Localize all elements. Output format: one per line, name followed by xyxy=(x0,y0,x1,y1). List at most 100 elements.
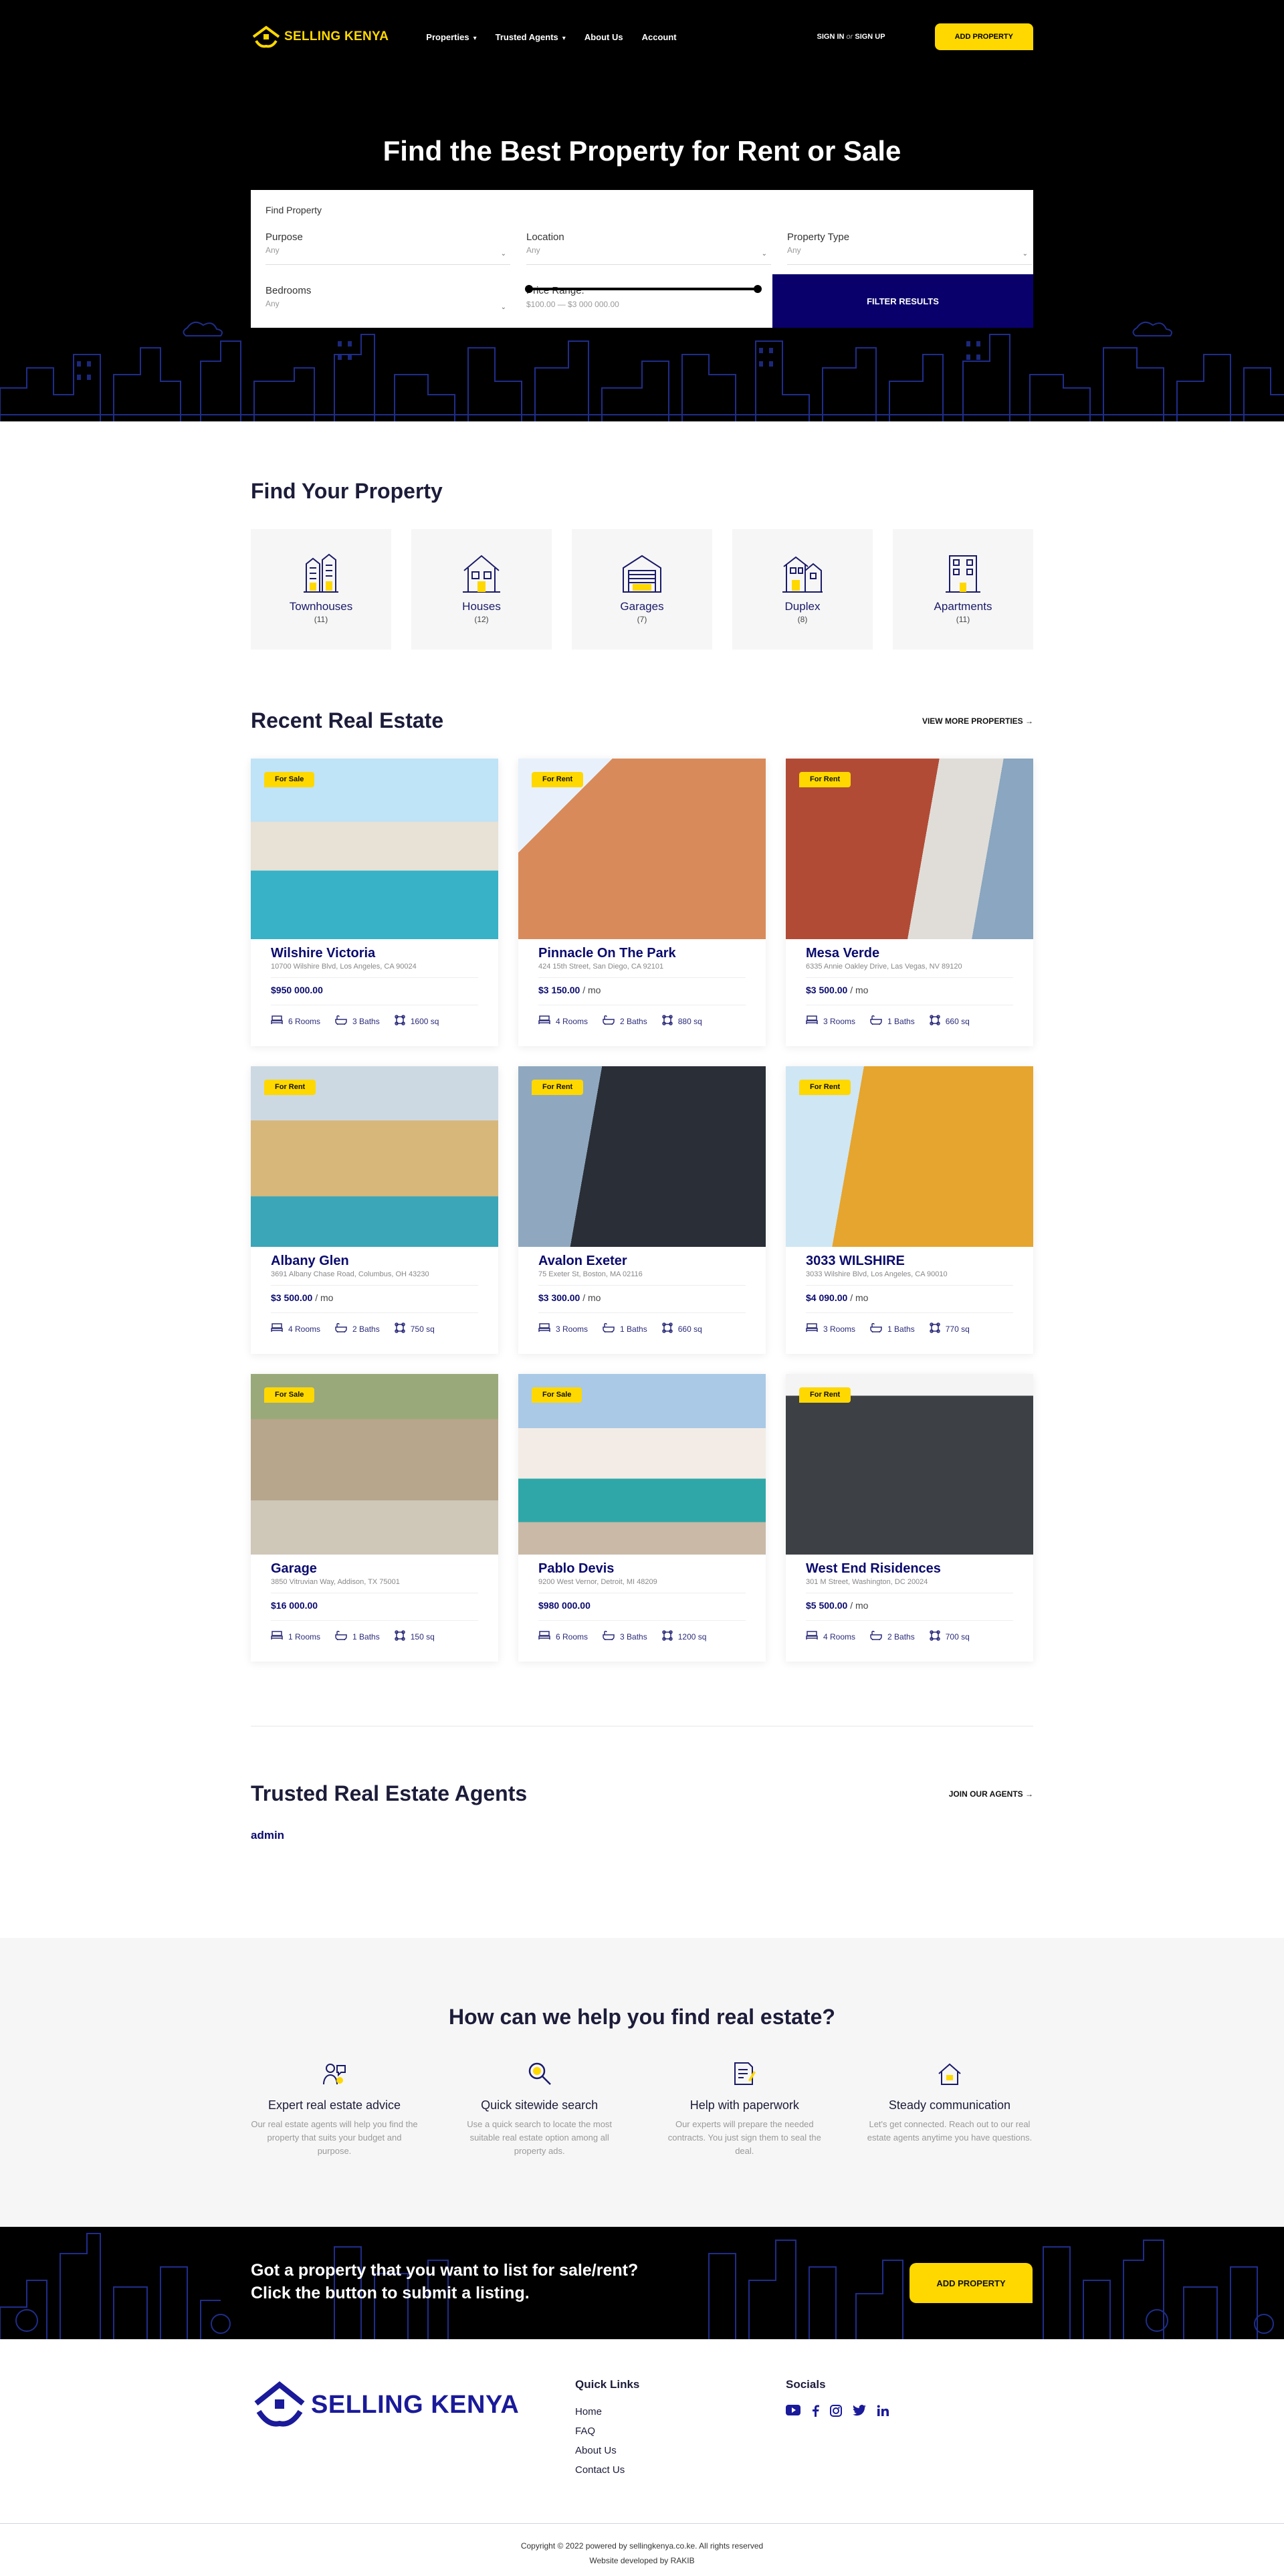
sign-up-link[interactable]: SIGN UP xyxy=(855,33,885,41)
footer-link-about-us[interactable]: About Us xyxy=(575,2445,617,2456)
baths-count: 1 Baths xyxy=(620,1324,647,1334)
listing-features: 6 Rooms 3 Baths 1600 sq xyxy=(271,1005,478,1027)
price-value: $950 000.00 xyxy=(271,985,323,995)
footer-logo[interactable]: SELLING KENYA xyxy=(251,2381,519,2429)
facebook-icon[interactable] xyxy=(811,2405,819,2417)
price-period: / mo xyxy=(582,1292,601,1303)
listing-title[interactable]: Avalon Exeter xyxy=(538,1254,746,1269)
bed-icon xyxy=(271,1323,283,1334)
add-property-button[interactable]: ADD PROPERTY xyxy=(934,23,1033,50)
slider-track[interactable] xyxy=(525,285,762,293)
bed-icon xyxy=(538,1631,550,1642)
listing-card[interactable]: For Rent Mesa Verde 6335 Annie Oakley Driv… xyxy=(786,759,1033,1046)
bedrooms-select[interactable]: Bedrooms Any ⌄ xyxy=(251,278,512,318)
footer-link-contact-us[interactable]: Contact Us xyxy=(575,2464,625,2476)
menu-about-us[interactable]: About Us xyxy=(584,32,623,42)
listing-title[interactable]: West End Risidences xyxy=(806,1561,1013,1577)
sign-in-link[interactable]: SIGN IN xyxy=(817,33,845,41)
listing-title[interactable]: Pinnacle On The Park xyxy=(538,946,746,961)
twitter-icon[interactable] xyxy=(853,2405,866,2416)
rooms-feature: 6 Rooms xyxy=(538,1630,588,1643)
listing-photo[interactable]: For Sale xyxy=(518,1374,766,1555)
listing-status-badge: For Rent xyxy=(532,1080,584,1095)
add-property-button[interactable]: ADD PROPERTY xyxy=(909,2263,1033,2303)
listing-photo[interactable]: For Rent xyxy=(786,1374,1033,1555)
location-select[interactable]: Location Any ⌄ xyxy=(512,225,772,265)
listing-photo[interactable]: For Rent xyxy=(518,1066,766,1247)
rooms-count: 6 Rooms xyxy=(556,1631,588,1642)
purpose-select[interactable]: Purpose Any ⌄ xyxy=(251,225,512,265)
townhouse-icon xyxy=(304,553,338,593)
type-name: Duplex xyxy=(784,600,821,613)
instagram-icon[interactable] xyxy=(830,2405,842,2417)
logo[interactable]: SELLING KENYA xyxy=(251,25,389,49)
rooms-count: 4 Rooms xyxy=(823,1631,856,1642)
property-type-select[interactable]: Property Type Any ⌄ xyxy=(772,225,1033,265)
baths-count: 2 Baths xyxy=(620,1016,647,1026)
area-icon xyxy=(929,1322,940,1335)
filter-results-button[interactable]: FILTER RESULTS xyxy=(772,274,1033,328)
baths-count: 2 Baths xyxy=(352,1324,380,1334)
agent-link[interactable]: admin xyxy=(251,1829,284,1842)
listing-photo[interactable]: For Rent xyxy=(518,759,766,939)
area-value: 1200 sq xyxy=(677,1631,707,1642)
help-item-title: Help with paperwork xyxy=(689,2098,799,2112)
type-card-duplex[interactable]: Duplex (8) xyxy=(732,529,873,650)
footer-link-faq[interactable]: FAQ xyxy=(575,2425,595,2437)
youtube-icon[interactable] xyxy=(786,2405,800,2415)
listing-title[interactable]: 3033 WILSHIRE xyxy=(806,1254,1013,1269)
listing-price: $3 500.00 / mo xyxy=(806,985,1013,995)
bathtub-icon xyxy=(603,1630,615,1642)
listing-photo[interactable]: For Rent xyxy=(786,1066,1033,1247)
listing-photo[interactable]: For Rent xyxy=(251,1066,498,1247)
area-icon xyxy=(661,1630,673,1643)
listing-card[interactable]: For Sale Pablo Devis 9200 West Vernor, Det… xyxy=(518,1374,766,1662)
price-range-slider[interactable]: $100.00 — $3 000 000.00 xyxy=(525,281,762,309)
listing-card[interactable]: For Rent Albany Glen 3691 Albany Chase Roa… xyxy=(251,1066,498,1354)
area-feature: 1600 sq xyxy=(394,1015,439,1027)
listing-card[interactable]: For Sale Wilshire Victoria 10700 Wilshire … xyxy=(251,759,498,1046)
baths-count: 1 Baths xyxy=(887,1016,915,1026)
bathtub-icon xyxy=(603,1015,615,1027)
bathtub-icon xyxy=(335,1015,347,1027)
menu-account[interactable]: Account xyxy=(642,32,677,42)
logo-text: SELLING KENYA xyxy=(311,2390,520,2419)
listing-card[interactable]: For Rent 3033 WILSHIRE 3033 Wilshire Blvd,… xyxy=(786,1066,1033,1354)
type-card-houses[interactable]: Houses (12) xyxy=(411,529,552,650)
listing-price: $16 000.00 xyxy=(271,1600,478,1611)
menu-properties[interactable]: Properties ▾ xyxy=(426,32,476,42)
type-card-garages[interactable]: Garages (7) xyxy=(572,529,712,650)
section-title: Recent Real Estate xyxy=(251,708,444,732)
price-value: $3 300.00 xyxy=(538,1292,580,1303)
listing-title[interactable]: Garage xyxy=(271,1561,478,1577)
listing-title[interactable]: Mesa Verde xyxy=(806,946,1013,961)
listing-address: 75 Exeter St, Boston, MA 02116 xyxy=(538,1270,746,1286)
listing-features: 3 Rooms 1 Baths 660 sq xyxy=(538,1312,746,1335)
listing-grid: For Sale Wilshire Victoria 10700 Wilshire … xyxy=(251,759,1033,1662)
listing-photo[interactable]: For Sale xyxy=(251,1374,498,1555)
type-card-townhouses[interactable]: Townhouses (11) xyxy=(251,529,391,650)
listing-card[interactable]: For Rent Avalon Exeter 75 Exeter St, Bosto… xyxy=(518,1066,766,1354)
join-our-agents-link[interactable]: JOIN OUR AGENTS → xyxy=(949,1789,1033,1799)
listing-photo[interactable]: For Sale xyxy=(251,759,498,939)
linkedin-icon[interactable] xyxy=(877,2405,889,2417)
listing-card[interactable]: For Sale Garage 3850 Vitruvian Way, Addiso… xyxy=(251,1374,498,1662)
listing-features: 6 Rooms 3 Baths 1200 sq xyxy=(538,1620,746,1643)
baths-feature: 3 Baths xyxy=(335,1015,380,1027)
listing-photo[interactable]: For Rent xyxy=(786,759,1033,939)
chevron-down-icon: ▾ xyxy=(562,34,566,42)
menu-trusted-agents[interactable]: Trusted Agents ▾ xyxy=(496,32,566,42)
view-more-properties-link[interactable]: VIEW MORE PROPERTIES → xyxy=(922,716,1033,726)
bed-icon xyxy=(806,1631,818,1642)
area-icon xyxy=(929,1630,940,1643)
listing-card[interactable]: For Rent West End Risidences 301 M Street,… xyxy=(786,1374,1033,1662)
type-card-apartments[interactable]: Apartments (11) xyxy=(893,529,1033,650)
listing-address: 3850 Vitruvian Way, Addison, TX 75001 xyxy=(271,1578,478,1593)
listing-title[interactable]: Pablo Devis xyxy=(538,1561,746,1577)
chevron-down-icon: ▾ xyxy=(473,34,477,42)
listing-card[interactable]: For Rent Pinnacle On The Park 424 15th Str… xyxy=(518,759,766,1046)
footer-link-home[interactable]: Home xyxy=(575,2406,602,2417)
listing-title[interactable]: Albany Glen xyxy=(271,1254,478,1269)
listing-title[interactable]: Wilshire Victoria xyxy=(271,946,478,961)
listing-status-badge: For Rent xyxy=(532,772,584,787)
